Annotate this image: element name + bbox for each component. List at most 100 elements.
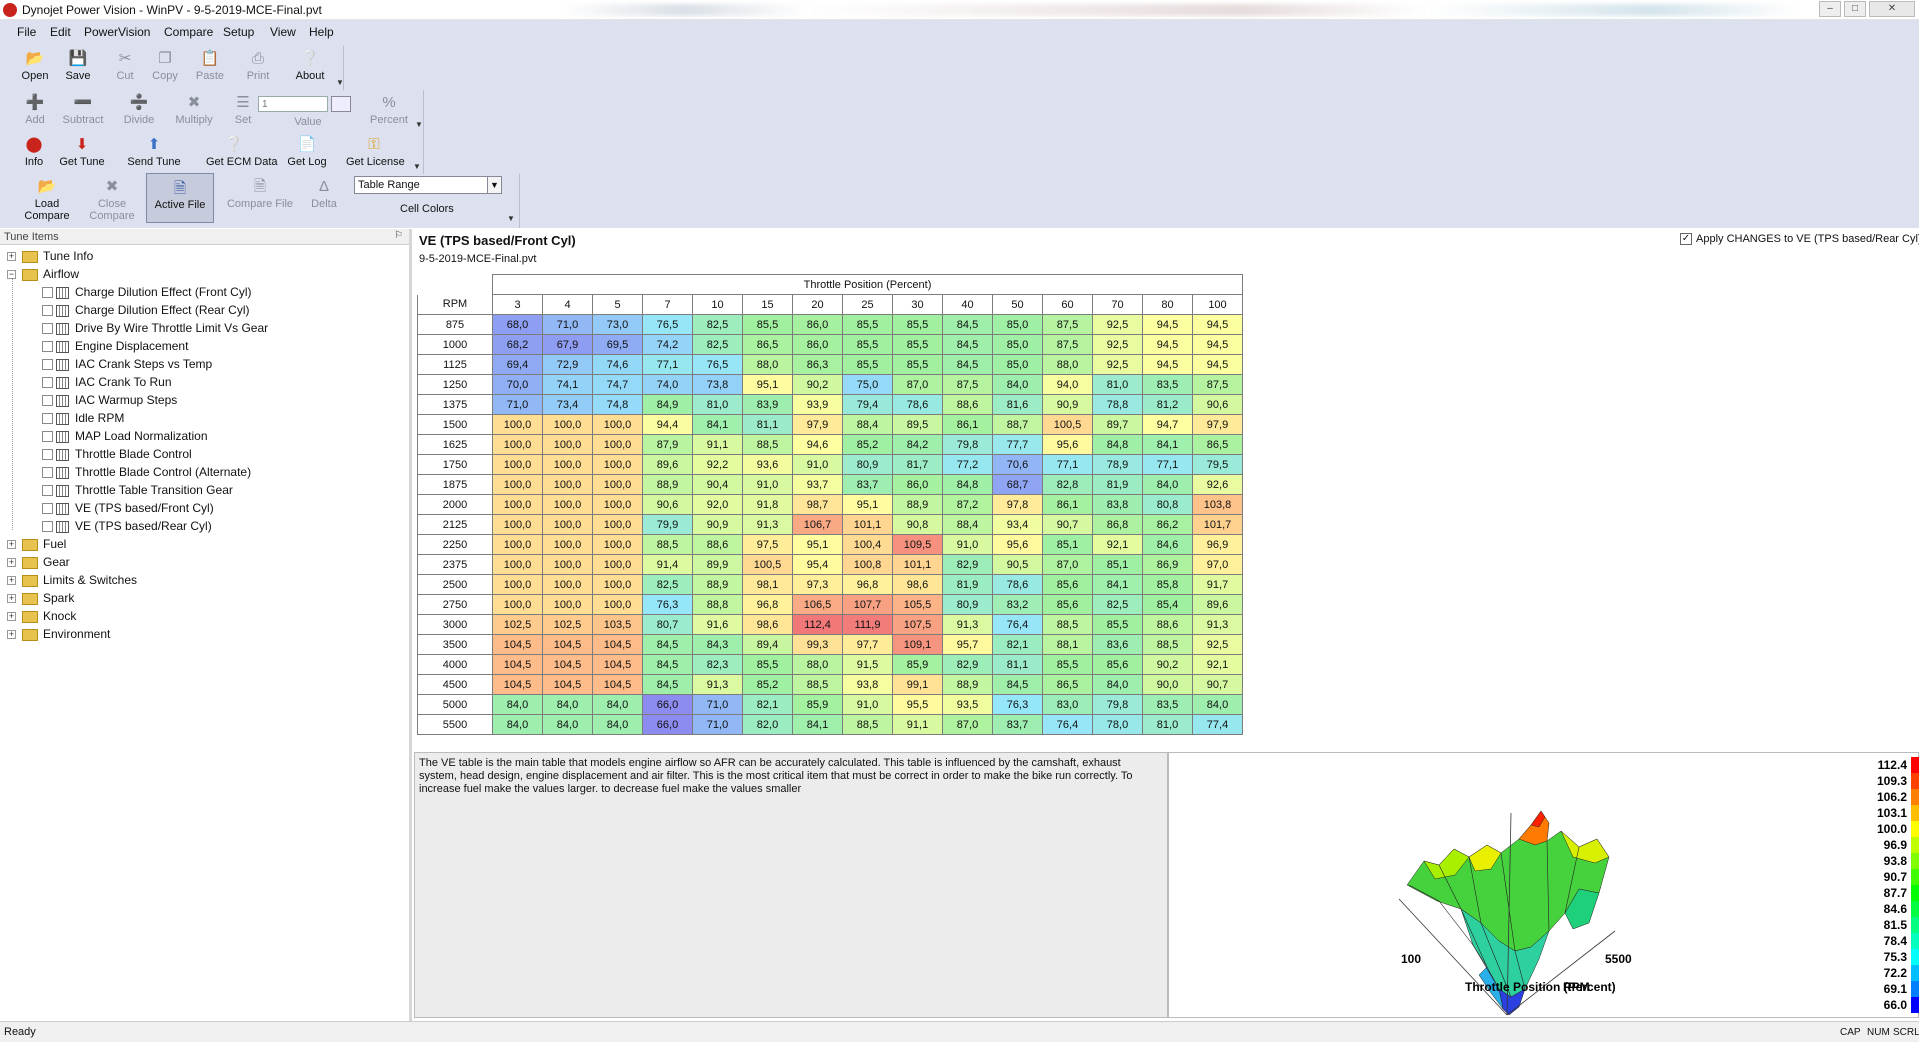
table-cell[interactable]: 107,5: [892, 614, 943, 635]
table-cell[interactable]: 92,5: [1092, 334, 1143, 355]
menu-compare[interactable]: Compare: [164, 25, 213, 39]
table-cell[interactable]: 81,0: [1142, 714, 1193, 735]
table-cell[interactable]: 77,1: [1042, 454, 1093, 475]
menu-help[interactable]: Help: [309, 25, 334, 39]
table-cell[interactable]: 82,8: [1042, 474, 1093, 495]
table-cell[interactable]: 85,0: [992, 334, 1043, 355]
table-cell[interactable]: 93,4: [992, 514, 1043, 535]
tree-item-checkbox[interactable]: [42, 359, 53, 370]
column-header[interactable]: 100: [1192, 294, 1243, 315]
table-cell[interactable]: 85,5: [892, 334, 943, 355]
table-cell[interactable]: 100,5: [742, 554, 793, 575]
column-header[interactable]: 7: [642, 294, 693, 315]
table-cell[interactable]: 80,8: [1142, 494, 1193, 515]
table-cell[interactable]: 82,5: [1092, 594, 1143, 615]
table-cell[interactable]: 83,7: [842, 474, 893, 495]
table-cell[interactable]: 80,9: [842, 454, 893, 475]
tree-item-checkbox[interactable]: [42, 305, 53, 316]
table-cell[interactable]: 86,9: [1142, 554, 1193, 575]
subtract-button[interactable]: ➖ Subtract: [55, 94, 111, 126]
surface-graph[interactable]: 100 5500 Throttle Position (Percent) RPM…: [1169, 753, 1919, 1019]
tree-item-checkbox[interactable]: [42, 431, 53, 442]
table-cell[interactable]: 78,0: [1092, 714, 1143, 735]
tree-item[interactable]: VE (TPS based/Front Cyl): [0, 500, 400, 518]
table-cell[interactable]: 94,4: [642, 414, 693, 435]
table-cell[interactable]: 84,5: [642, 634, 693, 655]
table-cell[interactable]: 86,1: [942, 414, 993, 435]
table-cell[interactable]: 106,7: [792, 514, 843, 535]
table-cell[interactable]: 83,5: [1142, 374, 1193, 395]
table-cell[interactable]: 100,0: [542, 554, 593, 575]
table-cell[interactable]: 82,1: [742, 694, 793, 715]
table-cell[interactable]: 84,0: [992, 374, 1043, 395]
table-cell[interactable]: 99,3: [792, 634, 843, 655]
table-cell[interactable]: 99,1: [892, 674, 943, 695]
table-cell[interactable]: 100,0: [492, 534, 543, 555]
table-cell[interactable]: 82,9: [942, 654, 993, 675]
table-cell[interactable]: 74,7: [592, 374, 643, 395]
column-header[interactable]: 25: [842, 294, 893, 315]
table-cell[interactable]: 86,2: [1142, 514, 1193, 535]
table-cell[interactable]: 94,5: [1142, 334, 1193, 355]
table-cell[interactable]: 102,5: [542, 614, 593, 635]
table-cell[interactable]: 84,0: [1192, 694, 1243, 715]
close-compare-button[interactable]: ✖ Close Compare: [80, 178, 144, 222]
table-cell[interactable]: 98,6: [892, 574, 943, 595]
minimize-button[interactable]: –: [1819, 1, 1841, 17]
table-cell[interactable]: 97,9: [1192, 414, 1243, 435]
table-cell[interactable]: 85,6: [1042, 574, 1093, 595]
row-header[interactable]: 4000: [417, 654, 493, 675]
table-cell[interactable]: 95,5: [892, 694, 943, 715]
table-cell[interactable]: 68,0: [492, 314, 543, 335]
table-cell[interactable]: 88,5: [792, 674, 843, 695]
table-cell[interactable]: 82,1: [992, 634, 1043, 655]
table-cell[interactable]: 83,7: [992, 714, 1043, 735]
table-cell[interactable]: 76,3: [642, 594, 693, 615]
table-cell[interactable]: 90,2: [1142, 654, 1193, 675]
table-cell[interactable]: 80,9: [942, 594, 993, 615]
table-cell[interactable]: 93,5: [942, 694, 993, 715]
table-cell[interactable]: 88,9: [892, 494, 943, 515]
license-dropdown-arrow[interactable]: ▼: [413, 162, 421, 171]
table-cell[interactable]: 84,2: [892, 434, 943, 455]
table-cell[interactable]: 111,9: [842, 614, 893, 635]
table-cell[interactable]: 91,3: [692, 674, 743, 695]
table-cell[interactable]: 100,0: [592, 534, 643, 555]
row-header[interactable]: 4500: [417, 674, 493, 695]
table-cell[interactable]: 89,6: [1192, 594, 1243, 615]
table-cell[interactable]: 91,5: [842, 654, 893, 675]
table-cell[interactable]: 91,1: [692, 434, 743, 455]
print-button[interactable]: ⎙ Print: [230, 50, 286, 82]
table-cell[interactable]: 88,9: [642, 474, 693, 495]
table-cell[interactable]: 86,5: [1192, 434, 1243, 455]
row-header[interactable]: 875: [417, 314, 493, 335]
table-cell[interactable]: 82,5: [642, 574, 693, 595]
tree-item-checkbox[interactable]: [42, 467, 53, 478]
table-cell[interactable]: 81,1: [742, 414, 793, 435]
table-cell[interactable]: 84,0: [542, 714, 593, 735]
about-dropdown-arrow[interactable]: ▼: [336, 78, 344, 87]
table-cell[interactable]: 91,3: [1192, 614, 1243, 635]
table-cell[interactable]: 100,0: [542, 534, 593, 555]
table-cell[interactable]: 91,4: [642, 554, 693, 575]
table-cell[interactable]: 88,0: [792, 654, 843, 675]
table-cell[interactable]: 84,0: [592, 714, 643, 735]
table-cell[interactable]: 76,4: [1042, 714, 1093, 735]
table-cell[interactable]: 89,4: [742, 634, 793, 655]
table-cell[interactable]: 91,0: [742, 474, 793, 495]
menu-powervision[interactable]: PowerVision: [84, 25, 150, 39]
table-cell[interactable]: 87,5: [942, 374, 993, 395]
tree-item[interactable]: Charge Dilution Effect (Rear Cyl): [0, 302, 400, 320]
table-cell[interactable]: 104,5: [492, 634, 543, 655]
table-cell[interactable]: 104,5: [542, 674, 593, 695]
table-cell[interactable]: 82,5: [692, 334, 743, 355]
table-cell[interactable]: 94,5: [1192, 314, 1243, 335]
table-cell[interactable]: 76,5: [692, 354, 743, 375]
about-button[interactable]: ❔ About: [282, 50, 338, 82]
table-cell[interactable]: 85,1: [1092, 554, 1143, 575]
tree-item-checkbox[interactable]: [42, 503, 53, 514]
table-cell[interactable]: 89,9: [692, 554, 743, 575]
table-cell[interactable]: 93,7: [792, 474, 843, 495]
table-cell[interactable]: 81,0: [692, 394, 743, 415]
table-cell[interactable]: 90,5: [992, 554, 1043, 575]
